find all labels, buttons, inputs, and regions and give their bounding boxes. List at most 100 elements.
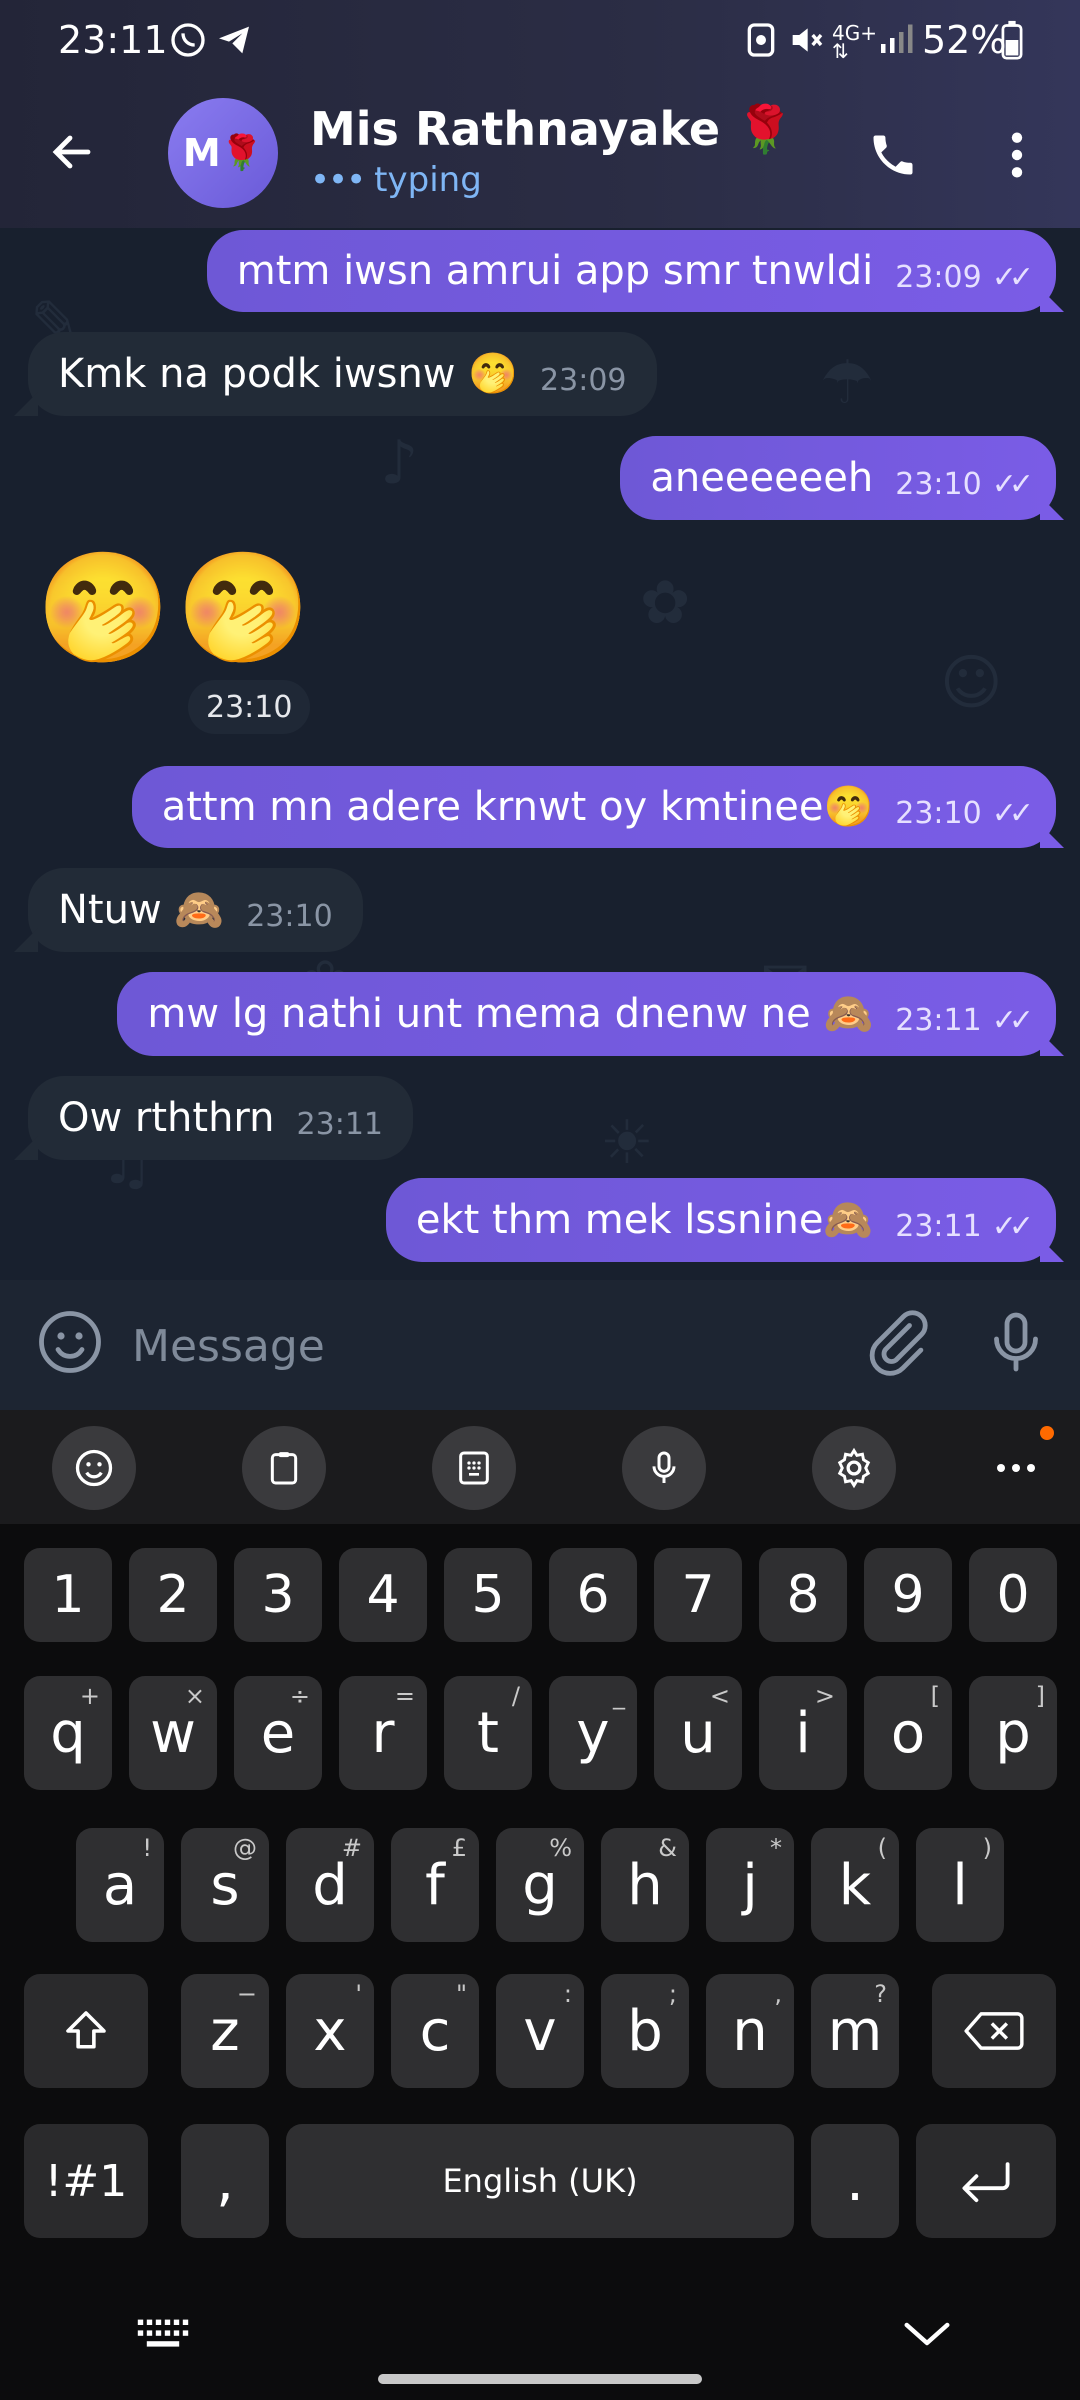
key-t[interactable]: t / <box>444 1676 532 1790</box>
comma-key[interactable]: , <box>181 2124 269 2238</box>
keyboard-switch-button[interactable] <box>136 2316 190 2352</box>
data-saver-icon <box>744 20 778 68</box>
wallpaper-doodle: ♪ <box>380 428 419 498</box>
key-5[interactable]: 5 <box>444 1548 532 1642</box>
home-indicator[interactable] <box>378 2374 702 2384</box>
incoming-message[interactable]: Kmk na podk iwsnw 🤭 23:09 <box>28 332 657 416</box>
incoming-message[interactable]: Ntuw 🙈 23:10 <box>28 868 363 952</box>
key-x[interactable]: x ' <box>286 1974 374 2088</box>
microphone-icon <box>994 1312 1038 1372</box>
smiley-icon <box>39 1311 101 1373</box>
key-j[interactable]: j * <box>706 1828 794 1942</box>
keyboard-settings-button[interactable] <box>812 1426 896 1510</box>
message-text: aneeeeeeh <box>650 455 874 501</box>
incoming-message[interactable]: Ow rththrn 23:11 <box>28 1076 413 1160</box>
message-input[interactable]: Message <box>132 1310 832 1382</box>
keyboard-emoji-button[interactable] <box>52 1426 136 1510</box>
avatar[interactable]: M 🌹 <box>168 98 278 208</box>
message-text: ekt thm mek lssnine🙈 <box>415 1197 874 1243</box>
key-9[interactable]: 9 <box>864 1548 952 1642</box>
key-1[interactable]: 1 <box>24 1548 112 1642</box>
key-4[interactable]: 4 <box>339 1548 427 1642</box>
key-k[interactable]: k( <box>811 1828 899 1942</box>
attach-button[interactable] <box>860 1306 932 1378</box>
key-n[interactable]: n, <box>706 1974 794 2088</box>
outgoing-message[interactable]: ekt thm mek lssnine🙈 23:11 ✓✓ <box>385 1178 1056 1262</box>
typing-label: typing <box>374 160 482 200</box>
key-7[interactable]: 7 <box>654 1548 742 1642</box>
big-emoji[interactable]: 🤭 <box>176 546 310 672</box>
big-emoji[interactable]: 🤭 <box>36 546 170 672</box>
symbols-key[interactable]: !#1 <box>24 2124 148 2238</box>
key-z[interactable]: z − <box>181 1974 269 2088</box>
key-2[interactable]: 2 <box>129 1548 217 1642</box>
voice-message-button[interactable] <box>980 1306 1052 1378</box>
signal-icon <box>878 20 914 64</box>
key-w[interactable]: w × <box>129 1676 217 1790</box>
wallpaper-doodle: ✿ <box>640 568 691 638</box>
message-text: attm mn adere krnwt oy kmtinee🤭 <box>161 784 874 830</box>
key-y[interactable]: y _ <box>549 1676 637 1790</box>
outgoing-message[interactable]: mtm iwsn amrui app smr tnwldi 23:09 ✓✓ <box>206 230 1056 312</box>
key-b[interactable]: b; <box>601 1974 689 2088</box>
outgoing-message[interactable]: mw lg nathi unt mema dnenw ne 🙈 23:11 ✓✓ <box>117 972 1056 1056</box>
key-3[interactable]: 3 <box>234 1548 322 1642</box>
message-text: mw lg nathi unt mema dnenw ne 🙈 <box>147 991 874 1037</box>
enter-icon <box>962 2162 1010 2203</box>
avatar-initial: M <box>182 131 221 175</box>
key-g[interactable]: g% <box>496 1828 584 1942</box>
emoji-button[interactable] <box>34 1306 106 1378</box>
key-a[interactable]: a! <box>76 1828 164 1942</box>
double-check-icon: ✓✓ <box>991 260 1034 295</box>
paperclip-icon <box>869 1310 928 1376</box>
key-l[interactable]: l) <box>916 1828 1004 1942</box>
outgoing-message[interactable]: aneeeeeeh 23:10 ✓✓ <box>620 436 1056 520</box>
call-button[interactable] <box>858 120 928 190</box>
voice-input-button[interactable] <box>622 1426 706 1510</box>
key-h[interactable]: h & <box>601 1828 689 1942</box>
double-check-icon: ✓✓ <box>991 1003 1034 1038</box>
clipboard-button[interactable] <box>242 1426 326 1510</box>
message-list[interactable]: ✎ ☂ ♪ ✿ ☺ ☆ ❀ ✉ ♫ ☀ mtm iwsn amrui app s… <box>0 228 1080 1280</box>
backspace-icon <box>964 2012 1024 2050</box>
key-m[interactable]: m? <box>811 1974 899 2088</box>
space-key[interactable]: English (UK) <box>286 2124 794 2238</box>
key-s[interactable]: s @ <box>181 1828 269 1942</box>
key-o[interactable]: o[ <box>864 1676 952 1790</box>
telegram-icon <box>214 20 254 68</box>
phone-icon <box>873 135 913 175</box>
key-p[interactable]: p] <box>969 1676 1057 1790</box>
hide-keyboard-button[interactable] <box>900 2316 954 2352</box>
outgoing-message[interactable]: attm mn adere krnwt oy kmtinee🤭 23:10 ✓✓ <box>131 766 1056 848</box>
key-r[interactable]: r = <box>339 1676 427 1790</box>
key-f[interactable]: f £ <box>391 1828 479 1942</box>
key-0[interactable]: 0 <box>969 1548 1057 1642</box>
key-6[interactable]: 6 <box>549 1548 637 1642</box>
back-button[interactable] <box>38 118 106 186</box>
key-q[interactable]: q + <box>24 1676 112 1790</box>
period-key[interactable]: . <box>811 2124 899 2238</box>
message-time: 23:11 <box>895 1209 982 1244</box>
key-u[interactable]: u < <box>654 1676 742 1790</box>
key-e[interactable]: e ÷ <box>234 1676 322 1790</box>
message-text: Kmk na podk iwsnw 🤭 <box>58 351 519 397</box>
wallpaper-doodle: ☀ <box>600 1108 654 1178</box>
key-v[interactable]: v: <box>496 1974 584 2088</box>
message-text: mtm iwsn amrui app smr tnwldi <box>236 248 874 294</box>
key-i[interactable]: i > <box>759 1676 847 1790</box>
shift-key[interactable] <box>24 1974 148 2088</box>
key-d[interactable]: d # <box>286 1828 374 1942</box>
more-menu-button[interactable] <box>990 120 1044 190</box>
chevron-down-icon <box>904 2322 950 2346</box>
key-8[interactable]: 8 <box>759 1548 847 1642</box>
backspace-key[interactable] <box>932 1974 1056 2088</box>
message-time: 23:11 <box>296 1107 383 1142</box>
keypad-button[interactable] <box>432 1426 516 1510</box>
enter-key[interactable] <box>916 2124 1056 2238</box>
message-time: 23:09 <box>540 363 627 398</box>
message-time: 23:11 <box>895 1003 982 1038</box>
toolbar-more-button[interactable] <box>988 1426 1044 1510</box>
chat-title[interactable]: Mis Rathnayake 🌹 <box>310 102 793 157</box>
keyboard-toolbar <box>0 1410 1080 1524</box>
key-c[interactable]: c " <box>391 1974 479 2088</box>
